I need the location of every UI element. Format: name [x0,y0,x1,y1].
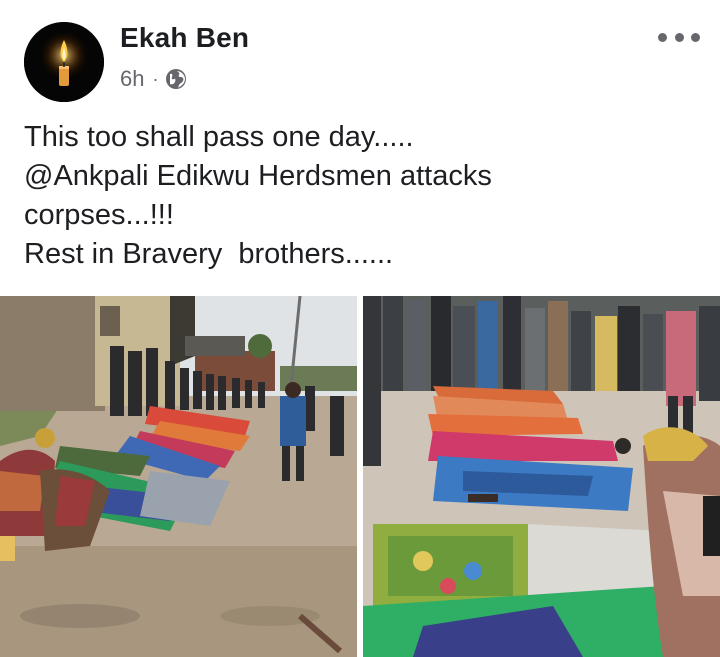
post-photo-left[interactable] [0,296,357,657]
post-text-line: This too shall pass one day..... [24,121,414,153]
post-text: This too shall pass one day..... @Ankpal… [24,118,704,274]
globe-icon[interactable] [165,68,187,90]
profile-avatar[interactable] [24,22,104,102]
meta-separator: · [152,68,159,89]
more-dot [658,32,667,42]
post-text-line: Rest in Bravery brothers...... [24,238,394,270]
post-meta: 6h · [120,66,187,92]
more-dot [691,32,700,42]
post-timestamp[interactable]: 6h [120,66,144,92]
author-name[interactable]: Ekah Ben [120,22,249,54]
more-dot [674,32,684,42]
facebook-post: Ekah Ben 6h · This too shall pass one da… [0,0,720,657]
post-text-line: @Ankpali Edikwu Herdsmen attacks [24,160,492,192]
post-text-line: corpses...!!! [24,199,174,231]
photo-grid [0,296,720,657]
more-options-icon[interactable] [658,27,700,47]
candle-icon [24,22,104,102]
post-photo-right[interactable] [363,296,720,657]
